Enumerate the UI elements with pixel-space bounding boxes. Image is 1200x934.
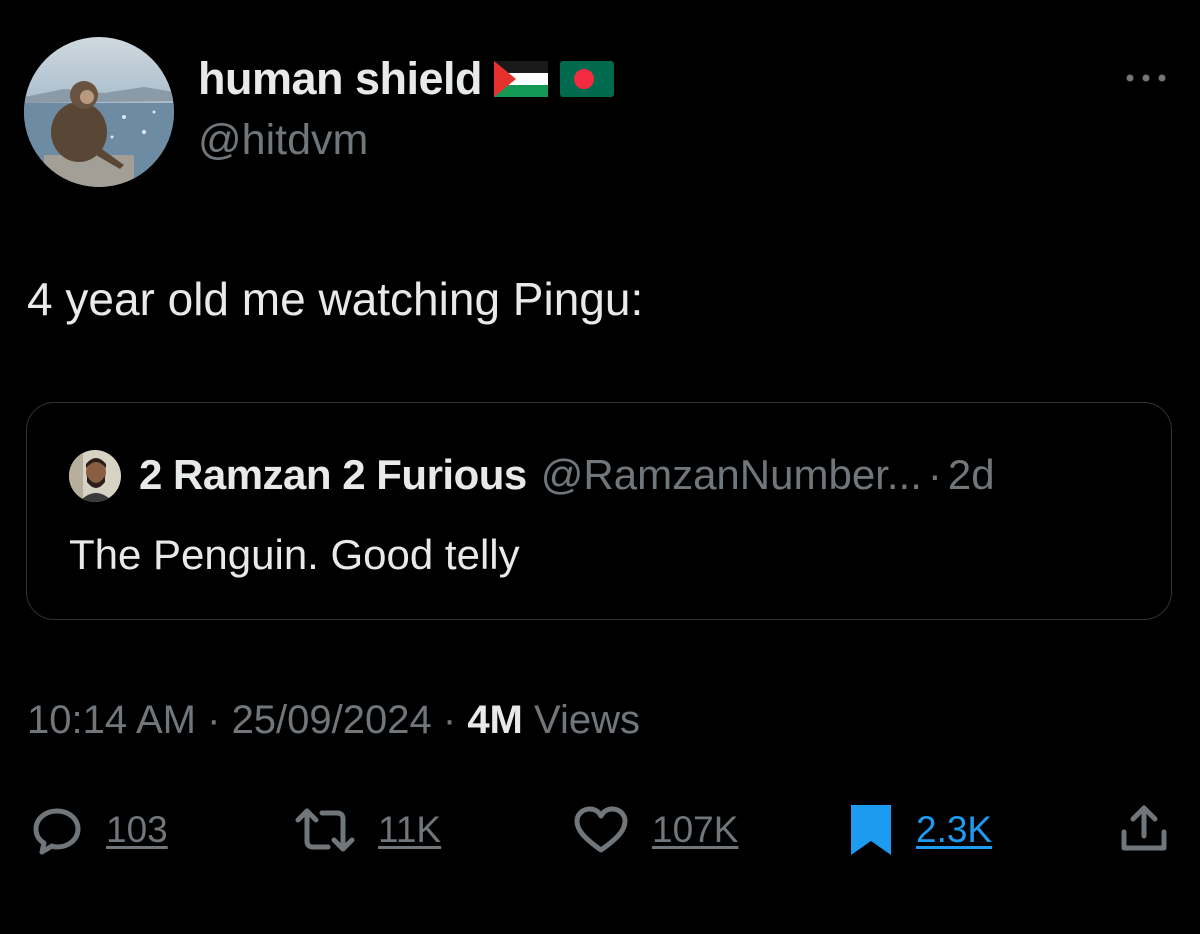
more-horizontal-icon[interactable] — [1124, 68, 1168, 88]
tweet-time[interactable]: 10:14 AM — [27, 698, 196, 742]
share-icon[interactable] — [1118, 802, 1170, 854]
bookmark-button[interactable]: 2.3K — [848, 802, 992, 858]
author-avatar[interactable] — [24, 37, 174, 187]
heart-icon — [574, 806, 628, 853]
quoted-author-avatar[interactable] — [69, 450, 121, 502]
repost-button[interactable]: 11K — [294, 802, 441, 858]
author-handle[interactable]: @hitdvm — [198, 116, 368, 165]
reply-icon — [33, 808, 81, 855]
like-button[interactable]: 107K — [572, 802, 738, 858]
tweet: human shield @hitdvm 4 year old me watch… — [0, 0, 1200, 934]
repost-icon — [295, 808, 355, 852]
bookmark-count: 2.3K — [916, 809, 993, 850]
views-count[interactable]: 4M — [467, 698, 523, 742]
palestine-flag-icon — [494, 61, 549, 97]
author-display-name[interactable]: human shield — [198, 53, 483, 105]
bangladesh-flag-icon — [560, 61, 615, 97]
quoted-tweet-text: The Penguin. Good telly — [69, 531, 520, 578]
quoted-tweet-card[interactable]: 2 Ramzan 2 Furious @RamzanNumber... · 2d… — [26, 402, 1172, 620]
bookmark-icon — [851, 805, 891, 855]
author-name-row: human shield — [198, 52, 615, 106]
like-count: 107K — [652, 809, 739, 850]
quoted-tweet-header: 2 Ramzan 2 Furious @RamzanNumber... · 2d — [139, 451, 995, 499]
quoted-author-name[interactable]: 2 Ramzan 2 Furious — [139, 451, 527, 499]
tweet-metadata: 10:14 AM · 25/09/2024 · 4M Views — [27, 698, 640, 743]
repost-count: 11K — [378, 809, 442, 850]
meta-separator: · — [196, 698, 232, 742]
quoted-separator: · — [927, 451, 942, 498]
tweet-date[interactable]: 25/09/2024 — [232, 698, 432, 742]
quoted-timestamp[interactable]: 2d — [948, 451, 995, 499]
quoted-author-handle[interactable]: @RamzanNumber... — [541, 451, 922, 499]
meta-separator: · — [431, 698, 468, 742]
reply-button[interactable]: 103 — [30, 802, 168, 858]
tweet-text: 4 year old me watching Pingu: — [27, 273, 644, 325]
reply-count: 103 — [106, 809, 168, 850]
views-label: Views — [522, 698, 640, 742]
